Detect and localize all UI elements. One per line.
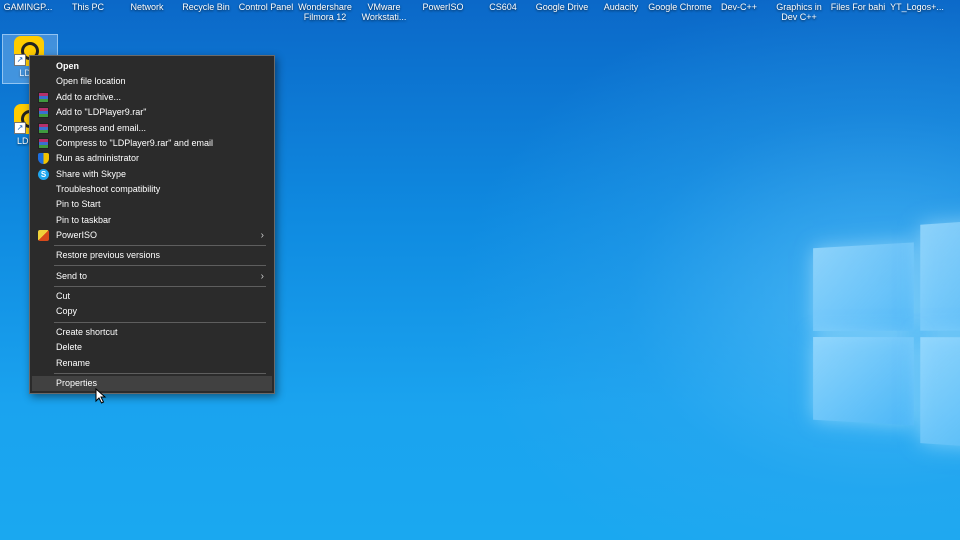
menu-item-open-file-location[interactable]: Open file location <box>32 74 272 89</box>
desktop-icon-network[interactable]: Network <box>115 2 179 12</box>
winrar-icon <box>38 92 49 103</box>
menu-item-label: Compress and email... <box>56 123 147 133</box>
winrar-icon <box>38 107 49 118</box>
menu-item-poweriso[interactable]: PowerISO › <box>32 228 272 243</box>
menu-item-label: PowerISO <box>56 230 98 240</box>
menu-item-label: Share with Skype <box>56 169 127 179</box>
poweriso-icon <box>38 230 49 241</box>
menu-separator <box>54 373 266 374</box>
menu-item-properties[interactable]: Properties <box>32 376 272 391</box>
desktop-icon-google-chrome[interactable]: Google Chrome <box>648 2 712 12</box>
desktop[interactable]: GAMINGP... This PC Network Recycle Bin C… <box>0 0 960 540</box>
menu-item-label: Cut <box>56 291 71 301</box>
menu-item-add-to-archive[interactable]: Add to archive... <box>32 90 272 105</box>
chevron-right-icon: › <box>260 271 264 282</box>
desktop-icon-label: Google Chrome <box>648 2 712 12</box>
desktop-icon-recycle-bin[interactable]: Recycle Bin <box>174 2 238 12</box>
desktop-icon-filmora[interactable]: Wondershare Filmora 12 <box>293 2 357 22</box>
uac-shield-icon <box>38 153 49 164</box>
menu-item-pin-to-start[interactable]: Pin to Start <box>32 197 272 212</box>
menu-item-label: Open <box>56 61 80 71</box>
menu-item-label: Properties <box>56 378 98 388</box>
menu-item-label: Open file location <box>56 76 126 86</box>
menu-item-troubleshoot-compatibility[interactable]: Troubleshoot compatibility <box>32 182 272 197</box>
menu-item-rename[interactable]: Rename <box>32 356 272 371</box>
desktop-icon-label: This PC <box>71 2 104 12</box>
desktop-icon-label: VMware Workstati... <box>361 2 407 22</box>
desktop-icon-cs604[interactable]: CS604 <box>471 2 535 12</box>
desktop-icon-this-pc[interactable]: This PC <box>56 2 120 12</box>
desktop-icon-label: GAMINGP... <box>3 2 53 12</box>
menu-separator <box>54 322 266 323</box>
desktop-icon-label: Audacity <box>603 2 639 12</box>
menu-item-open[interactable]: Open <box>32 59 272 74</box>
menu-item-label: Send to <box>56 271 88 281</box>
menu-separator <box>54 265 266 266</box>
desktop-icon-audacity[interactable]: Audacity <box>589 2 653 12</box>
desktop-icon-control-panel[interactable]: Control Panel <box>234 2 298 12</box>
windows-logo-wallpaper <box>800 198 960 472</box>
menu-separator <box>54 245 266 246</box>
desktop-icon-label: Recycle Bin <box>182 2 230 12</box>
chevron-right-icon: › <box>260 230 264 241</box>
menu-item-restore-previous-versions[interactable]: Restore previous versions <box>32 248 272 263</box>
desktop-icon-label: Google Drive <box>535 2 589 12</box>
desktop-icon-dev-cpp[interactable]: Dev-C++ <box>707 2 771 12</box>
desktop-icon-graphics-dev-cpp[interactable]: Graphics in Dev C++ <box>767 2 831 22</box>
menu-item-label: Restore previous versions <box>56 250 161 260</box>
desktop-icon-poweriso[interactable]: PowerISO <box>411 2 475 12</box>
desktop-icon-label: Dev-C++ <box>720 2 757 12</box>
mouse-cursor-icon <box>95 388 107 404</box>
desktop-icon-files-for-bahi[interactable]: Files For bahi <box>826 2 890 12</box>
menu-item-label: Add to archive... <box>56 92 122 102</box>
menu-item-compress-and-email[interactable]: Compress and email... <box>32 121 272 136</box>
menu-item-label: Pin to Start <box>56 199 101 209</box>
desktop-icon-gamingpc[interactable]: GAMINGP... <box>0 2 60 12</box>
menu-item-copy[interactable]: Copy <box>32 304 272 319</box>
desktop-icon-label: Graphics in Dev C++ <box>776 2 822 22</box>
desktop-icon-google-drive[interactable]: Google Drive <box>530 2 594 12</box>
desktop-icon-label: YT_Logos+... <box>890 2 944 12</box>
winrar-icon <box>38 138 49 149</box>
shortcut-arrow-icon: ↗ <box>14 122 26 134</box>
menu-item-delete[interactable]: Delete <box>32 340 272 355</box>
menu-item-label: Run as administrator <box>56 153 140 163</box>
desktop-top-icon-row: GAMINGP... This PC Network Recycle Bin C… <box>0 0 960 28</box>
menu-item-label: Troubleshoot compatibility <box>56 184 161 194</box>
menu-item-label: Add to "LDPlayer9.rar" <box>56 107 147 117</box>
menu-item-create-shortcut[interactable]: Create shortcut <box>32 325 272 340</box>
desktop-icon-label: PowerISO <box>422 2 464 12</box>
menu-item-send-to[interactable]: Send to › <box>32 269 272 284</box>
desktop-icon-label: CS604 <box>489 2 517 12</box>
menu-item-label: Create shortcut <box>56 327 118 337</box>
desktop-icon-label: Files For bahi <box>830 2 886 12</box>
menu-item-run-as-administrator[interactable]: Run as administrator <box>32 151 272 166</box>
desktop-icon-vmware[interactable]: VMware Workstati... <box>352 2 416 22</box>
menu-item-cut[interactable]: Cut <box>32 289 272 304</box>
skype-icon: S <box>38 169 49 180</box>
menu-item-label: Pin to taskbar <box>56 215 112 225</box>
winrar-icon <box>38 123 49 134</box>
menu-item-label: Compress to "LDPlayer9.rar" and email <box>56 138 213 148</box>
desktop-icon-yt-logos[interactable]: YT_Logos+... <box>885 2 949 12</box>
context-menu: Open Open file location Add to archive..… <box>29 55 275 394</box>
menu-item-label: Rename <box>56 358 91 368</box>
desktop-icon-label: Wondershare Filmora 12 <box>298 2 352 22</box>
menu-item-pin-to-taskbar[interactable]: Pin to taskbar <box>32 213 272 228</box>
menu-separator <box>54 286 266 287</box>
menu-item-label: Delete <box>56 342 83 352</box>
menu-item-share-with-skype[interactable]: S Share with Skype <box>32 167 272 182</box>
shortcut-arrow-icon: ↗ <box>14 54 26 66</box>
menu-item-compress-to-rar-and-email[interactable]: Compress to "LDPlayer9.rar" and email <box>32 136 272 151</box>
menu-item-add-to-rar[interactable]: Add to "LDPlayer9.rar" <box>32 105 272 120</box>
desktop-icon-label: Network <box>130 2 164 12</box>
menu-item-label: Copy <box>56 306 78 316</box>
desktop-icon-label: Control Panel <box>238 2 294 12</box>
